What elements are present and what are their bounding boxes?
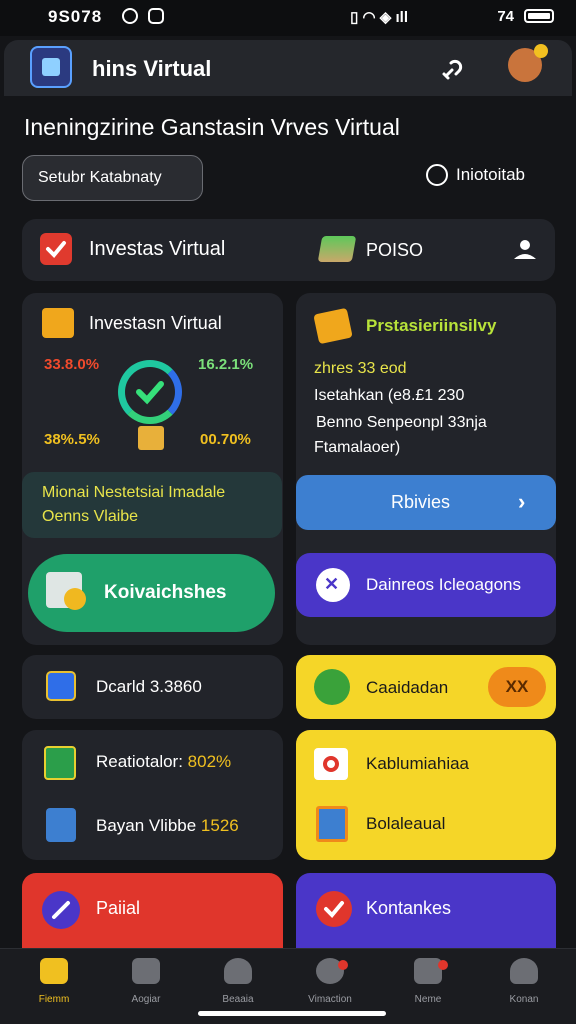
progress-ring <box>118 360 182 424</box>
notification-icon <box>122 8 138 24</box>
investas-bar-value: POISO <box>366 240 424 260</box>
conversion-tile[interactable]: Caaidadan XX <box>296 655 556 719</box>
money-icon <box>46 808 76 842</box>
stat-top-right: 16.2.1% <box>198 356 254 373</box>
info-icon[interactable] <box>426 164 448 186</box>
dashboard-tile[interactable]: Dcarld 3.3860 <box>22 655 283 719</box>
battery-icon <box>524 9 554 23</box>
home-icon <box>40 958 68 984</box>
status-time: 9S078 <box>48 7 103 26</box>
investas-bar-label: Investas Virtual <box>89 238 226 260</box>
dashboard-tile-label: Dcarld 3.3860 <box>96 677 202 696</box>
nav-item-2[interactable]: Aogiar <box>116 958 176 1005</box>
stats-line-2-label: Bayan Vlibbe <box>96 816 197 835</box>
link-icon[interactable] <box>438 54 468 84</box>
status-bar: 9S078 ▯ ◠ ◈ ıll 74 <box>0 0 576 36</box>
nav-label-6: Konan <box>509 994 539 1005</box>
purple-tile[interactable]: Kontankes <box>296 873 556 953</box>
stat-bottom-right: 00.70% <box>200 431 251 448</box>
nav-label-home: Fiemm <box>38 994 70 1005</box>
coin-badge-icon <box>64 588 86 610</box>
info-link[interactable]: Iniotoitab <box>456 165 525 185</box>
close-circle-icon: ✕ <box>316 568 350 602</box>
app-logo-icon[interactable] <box>30 46 72 88</box>
list-icon <box>44 746 76 780</box>
note-box: Mionai Nestetsiai Imadale Oenns Vlaibe <box>22 472 282 538</box>
check-circle-icon <box>316 891 352 927</box>
nav-item-home[interactable]: Fiemm <box>24 958 84 1005</box>
red-tile[interactable]: Paiial <box>22 873 283 953</box>
check-icon <box>40 233 72 265</box>
app-notification-icon <box>148 8 164 24</box>
conversion-badge-text: XX <box>505 677 529 696</box>
red-tile-label: Paiial <box>96 898 141 918</box>
dashboard-icon <box>46 671 76 701</box>
search-button-label: Setubr Katabnaty <box>38 169 162 186</box>
stats-line-1: Reatiotalor: 802% <box>96 752 231 772</box>
box-icon <box>42 308 74 338</box>
nav-item-3[interactable]: Beaaia <box>208 958 268 1005</box>
purple-tile-label: Kontankes <box>366 898 452 918</box>
target-icon <box>314 748 348 780</box>
nav-label-2: Aogiar <box>131 994 161 1005</box>
search-button[interactable]: Setubr Katabnaty <box>22 155 203 201</box>
nav-item-4[interactable]: Vimaction <box>300 958 360 1005</box>
user-icon[interactable] <box>512 238 538 260</box>
reviews-button[interactable]: Rbivies › <box>296 475 556 530</box>
stat-bottom-left: 38%.5% <box>44 431 100 448</box>
document-icon <box>316 806 348 842</box>
reviews-button-label: Rbivies <box>391 492 451 512</box>
profile-icon <box>510 958 538 984</box>
nav-item-5[interactable]: Neme <box>398 958 458 1005</box>
summary-line-1: zhres 33 eod <box>314 360 407 377</box>
yellow-tile: Kablumiahiaa Bolaleaual <box>296 730 556 860</box>
stat-top-left: 33.8.0% <box>44 356 100 373</box>
signal-icons: ▯ ◠ ◈ ıll <box>350 9 408 26</box>
primary-action-button[interactable]: Koivaichshes <box>28 554 275 632</box>
summary-line-3: Benno Senpeonpl 33nja <box>316 414 487 431</box>
note-line-2: Oenns Vlaibe <box>42 508 139 525</box>
mail-notification-dot <box>438 960 448 970</box>
house-icon <box>132 958 160 984</box>
investment-card-title: Investasn Virtual <box>89 313 222 333</box>
categories-button[interactable]: ✕ Dainreos Icleoagons <box>296 553 556 617</box>
nav-label-3: Beaaia <box>222 994 254 1005</box>
nav-item-6[interactable]: Konan <box>494 958 554 1005</box>
nav-label-5: Neme <box>414 994 442 1005</box>
yellow-tile-item-2[interactable]: Bolaleaual <box>366 814 445 834</box>
avatar[interactable] <box>508 44 548 82</box>
stats-line-2: Bayan Vlibbe 1526 <box>96 816 239 836</box>
chevron-right-icon: › <box>518 489 526 514</box>
categories-button-label: Dainreos Icleoagons <box>366 575 521 594</box>
stack-icon <box>317 236 357 262</box>
app-bar <box>4 40 572 96</box>
coin-box-icon <box>138 426 164 450</box>
summary-line-4: Ftamalaoer) <box>314 439 401 456</box>
notification-dot <box>338 960 348 970</box>
pencil-icon <box>42 891 80 929</box>
person-icon <box>224 958 252 984</box>
summary-line-2: Isetahkan (e8.£1 230 <box>314 387 465 404</box>
stats-line-2-value: 1526 <box>200 816 239 835</box>
primary-action-label: Koivaichshes <box>104 582 227 603</box>
nav-label-4: Vimaction <box>308 994 352 1005</box>
summary-card-title: Prstasieriinsilvy <box>366 316 497 335</box>
page-headline: Ineningzirine Ganstasin Vrves Virtual <box>24 114 400 140</box>
conversion-badge[interactable]: XX <box>488 667 546 707</box>
app-title: hins Virtual <box>92 56 212 81</box>
refresh-icon <box>314 669 350 705</box>
home-indicator[interactable] <box>198 1011 386 1016</box>
stats-tile: Reatiotalor: 802% Bayan Vlibbe 1526 <box>22 730 283 860</box>
conversion-tile-label: Caaidadan <box>366 678 449 697</box>
yellow-tile-item-1[interactable]: Kablumiahiaa <box>366 754 469 774</box>
stats-line-1-label: Reatiotalor: <box>96 752 183 771</box>
status-right-text: 74 <box>497 8 514 25</box>
stats-line-1-value: 802% <box>187 752 232 771</box>
note-line-1: Mionai Nestetsiai Imadale <box>42 484 226 501</box>
